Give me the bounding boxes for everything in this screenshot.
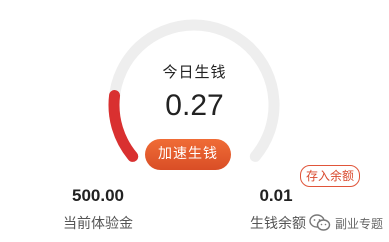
trial-amount-value: 500.00 [72,186,124,205]
wechat-icon [309,214,331,231]
boost-earnings-button[interactable]: 加速生钱 [145,139,231,170]
deposit-balance-button[interactable]: 存入余额 [300,165,360,187]
watermark-text: 副业专题 [335,216,384,231]
earnings-balance-label: 生钱余额 [250,216,306,232]
earnings-balance-value: 0.01 [259,186,293,205]
earnings-panel: 今日生钱 0.27 加速生钱 500.00 当前体验金 存入余额 0.01 生钱… [0,0,389,242]
gauge-title: 今日生钱 [162,63,227,81]
today-earnings-value: 0.27 [165,89,224,122]
trial-amount-label: 当前体验金 [63,216,133,232]
watermark: 副业专题 [309,211,383,235]
